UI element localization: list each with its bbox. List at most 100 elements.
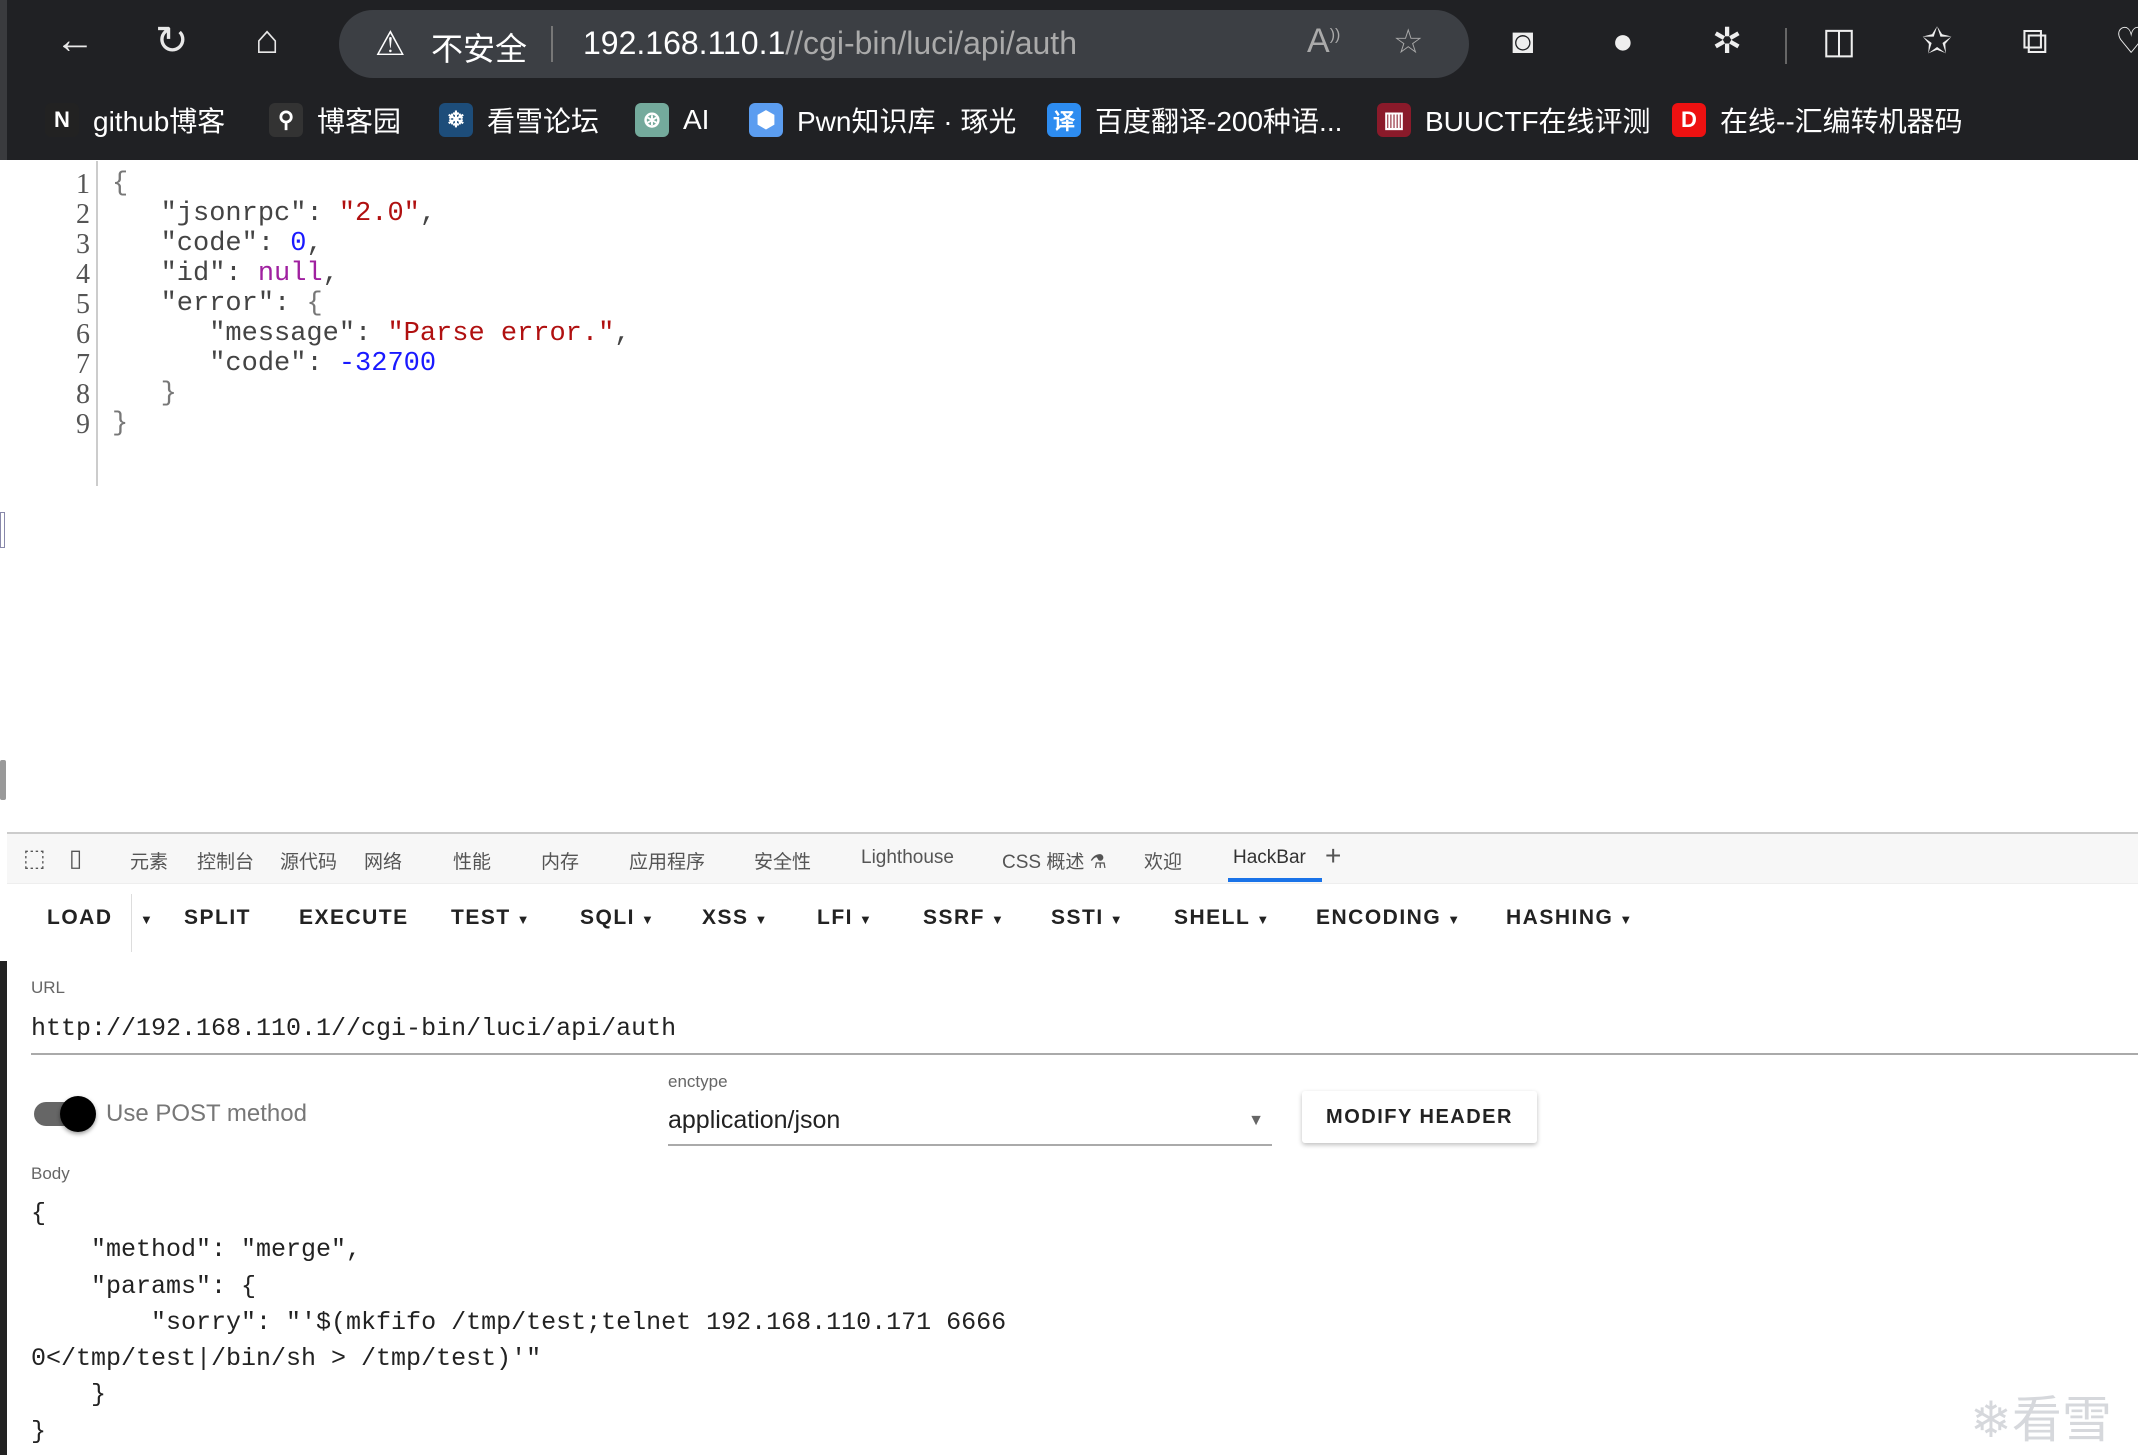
hackbar-panel: LOAD SPLIT EXECUTE TEST ▼ SQLI ▼ XSS ▼ LFI ▼ SSRF ▼ S… bbox=[7, 884, 2138, 1455]
bookmark-favicon-icon: ⊛ bbox=[635, 103, 669, 137]
favorites-icon[interactable]: ✩ bbox=[1922, 20, 1952, 62]
devtools-tab[interactable]: 源代码 bbox=[280, 847, 337, 874]
split-screen-icon[interactable]: ◫ bbox=[1822, 20, 1856, 62]
warning-icon: ⚠ bbox=[375, 25, 406, 63]
devtools-tab[interactable]: 控制台 bbox=[197, 847, 254, 874]
caret-down-icon: ▼ bbox=[1619, 912, 1634, 927]
left-edge bbox=[0, 961, 7, 1455]
url-input[interactable]: http://192.168.110.1//cgi-bin/luci/api/a… bbox=[31, 1014, 676, 1043]
url-text[interactable]: 192.168.110.1//cgi-bin/luci/api/auth bbox=[583, 25, 1077, 62]
enctype-select[interactable]: application/json ▼ bbox=[668, 1106, 1272, 1146]
modify-header-button[interactable]: MODIFY HEADER bbox=[1302, 1091, 1537, 1143]
devtools-tab[interactable]: 欢迎 bbox=[1144, 847, 1182, 874]
address-bar[interactable]: ⚠ 不安全 192.168.110.1//cgi-bin/luci/api/au… bbox=[339, 10, 1469, 78]
toolbar-ssti-button[interactable]: SSTI ▼ bbox=[1051, 906, 1124, 930]
toolbar-execute-button[interactable]: EXECUTE bbox=[299, 906, 409, 930]
divider bbox=[1785, 28, 1787, 64]
caret-down-icon: ▼ bbox=[991, 912, 1006, 927]
devtools-tab[interactable]: 网络 bbox=[364, 847, 402, 874]
devtools-tab[interactable]: 应用程序 bbox=[629, 847, 705, 874]
extension-icon[interactable]: ◙ bbox=[1512, 20, 1534, 62]
bookmark-item[interactable]: ⊛ AI bbox=[635, 100, 709, 140]
bookmark-item[interactable]: D 在线--汇编转机器码 bbox=[1672, 100, 1963, 140]
star-icon[interactable]: ☆ bbox=[1393, 22, 1423, 62]
bookmark-favicon-icon: ⚲ bbox=[269, 103, 303, 137]
devtools-tab[interactable]: 安全性 bbox=[754, 847, 811, 874]
post-method-label[interactable]: Use POST method bbox=[106, 1100, 307, 1128]
line-number: 9 bbox=[76, 409, 90, 440]
side-tab[interactable] bbox=[0, 512, 5, 548]
code-line: "code": -32700 bbox=[209, 349, 437, 379]
line-number: 6 bbox=[76, 319, 90, 350]
line-number: 3 bbox=[76, 229, 90, 260]
read-aloud-icon[interactable]: A)) bbox=[1307, 22, 1340, 61]
bookmark-favicon-icon: ⬢ bbox=[749, 103, 783, 137]
bookmark-item[interactable]: Ngithub博客 bbox=[45, 100, 225, 140]
toolbar-split-button[interactable]: SPLIT bbox=[184, 906, 251, 930]
devtools-tab[interactable]: 内存 bbox=[541, 847, 579, 874]
toolbar-xss-button[interactable]: XSS ▼ bbox=[702, 906, 769, 930]
resize-handle[interactable] bbox=[0, 760, 6, 800]
toggle-knob[interactable] bbox=[60, 1096, 96, 1132]
inspect-icon[interactable]: ⬚ bbox=[23, 844, 46, 873]
toolbar-load-button[interactable]: LOAD bbox=[47, 906, 113, 930]
bookmark-label: github博客 bbox=[93, 106, 226, 137]
bookmark-favicon-icon: ❄ bbox=[439, 103, 473, 137]
code-line: } bbox=[112, 409, 129, 439]
security-label[interactable]: 不安全 bbox=[431, 24, 527, 70]
toolbar-ssrf-button[interactable]: SSRF ▼ bbox=[923, 906, 1005, 930]
body-label: Body bbox=[31, 1164, 70, 1183]
bookmark-label: 在线--汇编转机器码 bbox=[1720, 106, 1963, 137]
load-dropdown-icon[interactable]: ▼ bbox=[140, 912, 154, 927]
bookmark-label: 百度翻译-200种语... bbox=[1095, 106, 1343, 137]
toolbar-lfi-button[interactable]: LFI ▼ bbox=[817, 906, 873, 930]
url-underline bbox=[31, 1053, 2138, 1055]
performance-icon[interactable]: ♡ bbox=[2115, 20, 2138, 62]
bookmark-item[interactable]: ⬢ Pwn知识库 · 琢光 bbox=[749, 100, 1016, 140]
device-toolbar-icon[interactable]: ▯ bbox=[69, 844, 82, 873]
line-number: 1 bbox=[76, 169, 90, 200]
bookmark-favicon-icon: ▥ bbox=[1377, 103, 1411, 137]
code-line: "id": null, bbox=[160, 259, 339, 289]
reload-icon[interactable]: ↻ bbox=[155, 18, 189, 64]
caret-down-icon: ▼ bbox=[641, 912, 656, 927]
devtools-tab[interactable]: CSS 概述 ⚗ bbox=[1002, 847, 1107, 874]
toolbar-sqli-button[interactable]: SQLI ▼ bbox=[580, 906, 655, 930]
devtools-tab[interactable]: HackBar bbox=[1233, 847, 1306, 869]
watermark: ❄看雪 bbox=[1970, 1392, 2112, 1448]
collections-icon[interactable]: ⧉ bbox=[2022, 20, 2048, 63]
caret-down-icon: ▼ bbox=[1256, 912, 1271, 927]
devtools-tab[interactable]: Lighthouse bbox=[861, 847, 954, 869]
bookmark-label: BUUCTF在线评测 bbox=[1425, 106, 1651, 137]
extensions-icon[interactable]: ✲ bbox=[1712, 20, 1742, 62]
code-line: "message": "Parse error.", bbox=[209, 319, 631, 349]
caret-down-icon: ▼ bbox=[516, 912, 532, 927]
toolbar-encoding-button[interactable]: ENCODING ▼ bbox=[1316, 906, 1462, 930]
toolbar-hashing-button[interactable]: HASHING ▼ bbox=[1506, 906, 1634, 930]
home-icon[interactable]: ⌂ bbox=[255, 18, 279, 63]
toolbar-shell-button[interactable]: SHELL ▼ bbox=[1174, 906, 1271, 930]
bookmark-item[interactable]: ▥ BUUCTF在线评测 bbox=[1377, 100, 1651, 140]
gutter-divider bbox=[96, 161, 98, 486]
caret-down-icon: ▼ bbox=[859, 912, 874, 927]
bookmark-favicon-icon: N bbox=[45, 103, 79, 137]
add-tab-button[interactable]: + bbox=[1325, 840, 1341, 872]
code-line: } bbox=[160, 379, 177, 409]
bookmark-item[interactable]: 译百度翻译-200种语... bbox=[1047, 100, 1342, 140]
devtools-tab[interactable]: 性能 bbox=[453, 847, 491, 874]
line-number: 8 bbox=[76, 379, 90, 410]
bookmark-item[interactable]: ⚲ 博客园 bbox=[269, 100, 401, 140]
code-line: "jsonrpc": "2.0", bbox=[160, 199, 437, 229]
body-textarea[interactable]: { "method": "merge", "params": { "sorry"… bbox=[31, 1196, 1006, 1450]
url-label: URL bbox=[31, 978, 66, 997]
toolbar-test-button[interactable]: TEST ▼ bbox=[451, 906, 531, 930]
post-method-toggle[interactable] bbox=[34, 1096, 96, 1132]
bookmark-label: AI bbox=[683, 104, 710, 135]
devtools-tab[interactable]: 元素 bbox=[130, 847, 168, 874]
bookmark-favicon-icon: 译 bbox=[1047, 103, 1081, 137]
bookmark-item[interactable]: ❄ 看雪论坛 bbox=[439, 100, 599, 140]
back-icon[interactable]: ← bbox=[55, 18, 95, 63]
dropdown-arrow-icon: ▼ bbox=[1248, 1112, 1264, 1129]
code-line: { bbox=[112, 169, 129, 199]
record-icon[interactable]: ● bbox=[1612, 20, 1634, 62]
